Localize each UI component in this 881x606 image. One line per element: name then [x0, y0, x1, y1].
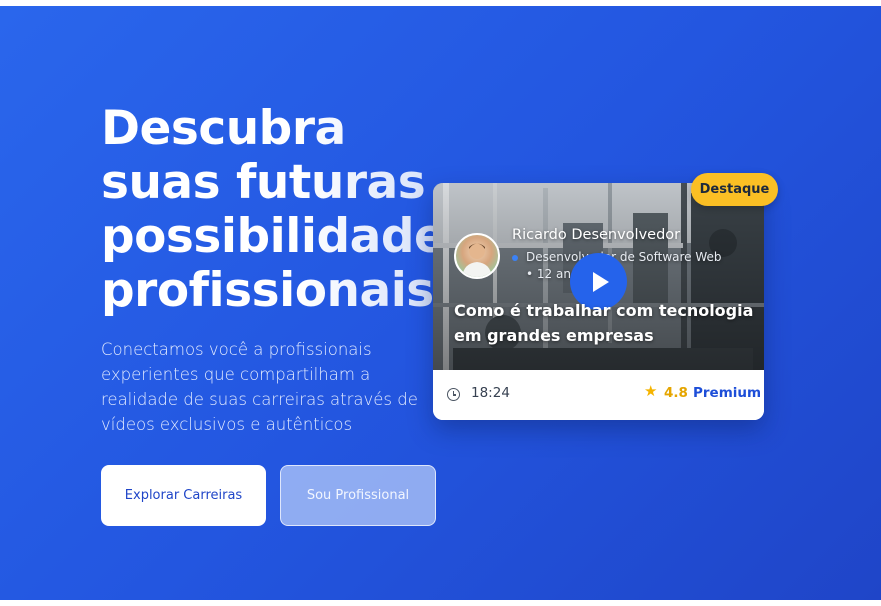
- avatar-image: [462, 243, 492, 277]
- video-rating: 4.8: [664, 385, 688, 401]
- featured-badge: Destaque: [691, 173, 778, 206]
- video-duration: 18:24: [471, 385, 510, 401]
- hero-subtitle: Conectamos você a profissionais experien…: [101, 340, 418, 434]
- play-icon: [592, 271, 609, 292]
- explore-careers-button[interactable]: Explorar Carreiras: [101, 465, 266, 526]
- status-dot: [512, 255, 518, 261]
- star-icon: ★: [644, 382, 658, 400]
- video-card-footer: 18:24 ★ 4.8 Premium: [433, 370, 764, 420]
- headline-line-4: profissionais: [101, 264, 461, 318]
- video-title: Como é trabalhar com tecnologia em grand…: [454, 301, 754, 345]
- author-avatar: [454, 233, 500, 279]
- headline-line-2: suas futuras: [101, 156, 461, 210]
- professional-signup-button[interactable]: Sou Profissional: [280, 465, 436, 526]
- featured-video-card[interactable]: Ricardo Desenvolvedor Desenvolvedor de S…: [433, 183, 764, 420]
- video-thumbnail[interactable]: Ricardo Desenvolvedor Desenvolvedor de S…: [433, 183, 764, 370]
- hero-headline: Descubra suas futuras possibilidades pro…: [101, 102, 473, 318]
- author-name: Ricardo Desenvolvedor: [512, 227, 681, 243]
- premium-label: Premium: [693, 385, 762, 401]
- headline-line-1: Descubra: [101, 102, 461, 156]
- headline-line-3: possibilidades: [101, 209, 473, 264]
- clock-icon: [447, 388, 460, 401]
